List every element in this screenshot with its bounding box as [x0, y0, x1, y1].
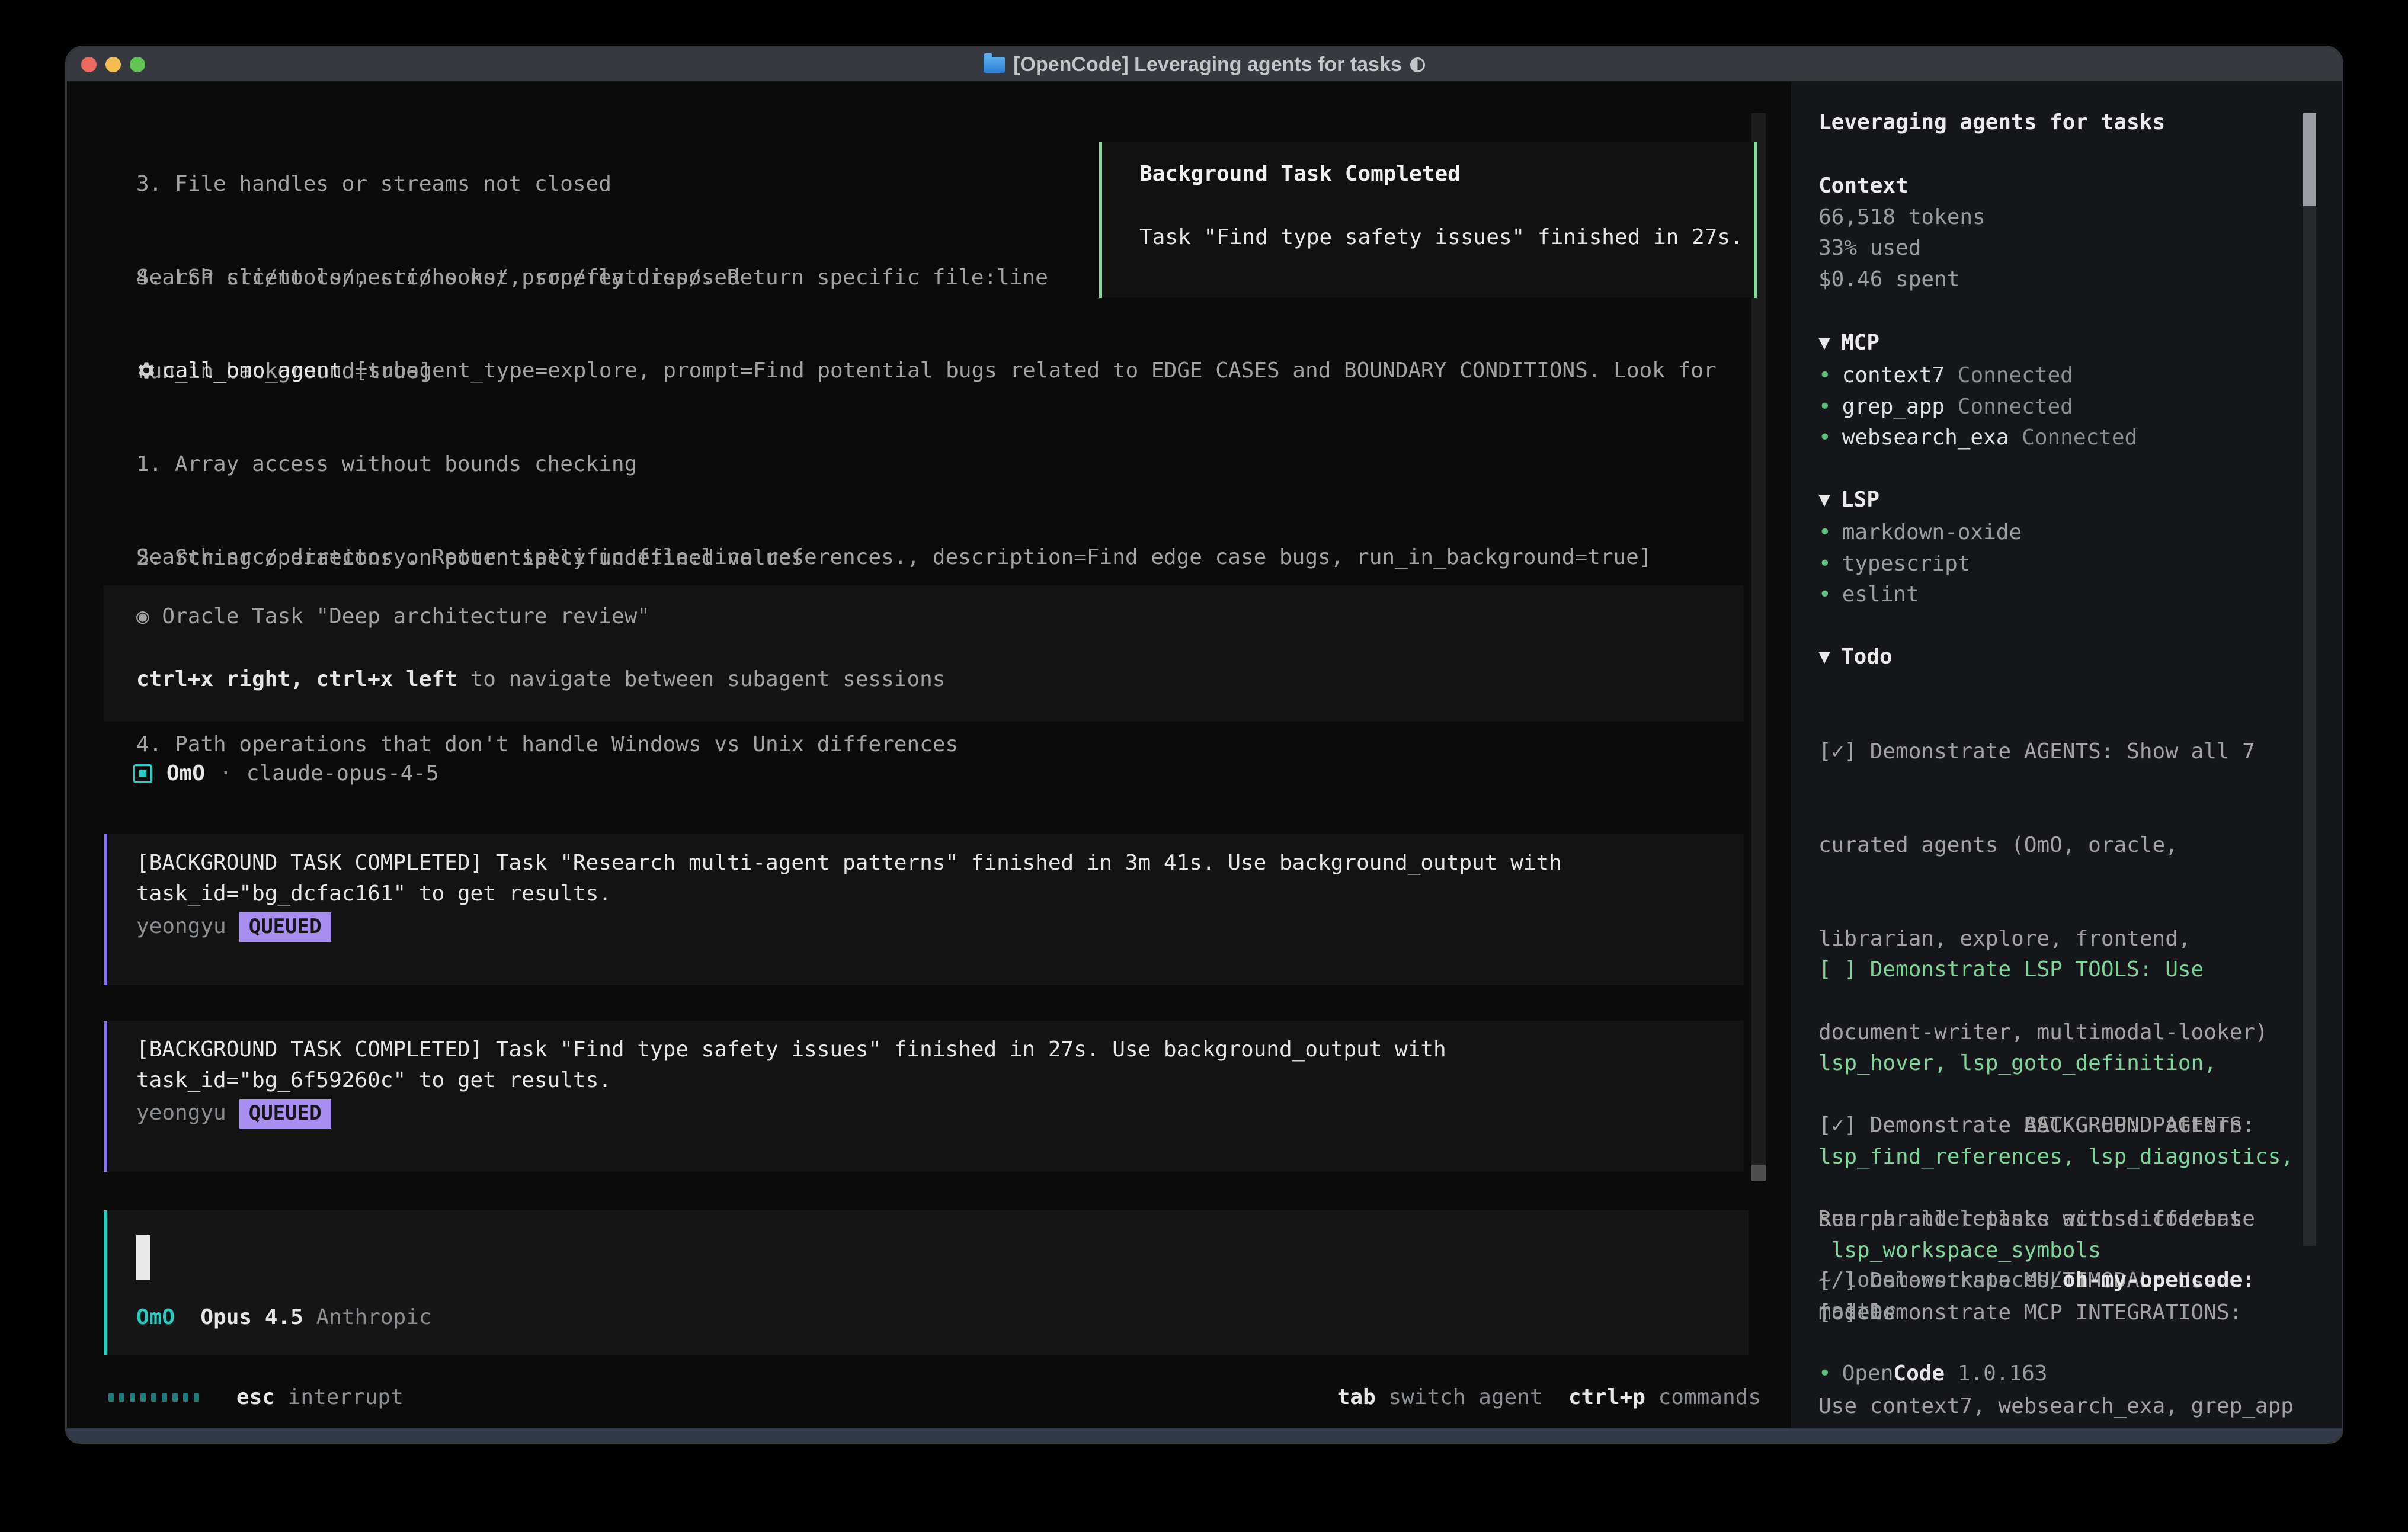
notification-title: Background Task Completed — [1139, 162, 1461, 186]
statusbar-left: esc interrupt — [236, 1382, 404, 1413]
window-title-text: [OpenCode] Leveraging agents for tasks — [1013, 53, 1402, 76]
gear-icon — [136, 358, 162, 383]
prompt-input[interactable]: OmO Opus 4.5 Anthropic — [104, 1210, 1749, 1355]
lsp-item: •markdown-oxide — [1818, 517, 2022, 549]
todo-line: Use context7, websearch_exa, grep_app — [1818, 1391, 2294, 1422]
opencode-window: [OpenCode] Leveraging agents for tasks 3… — [65, 46, 2343, 1444]
hint-rest: to navigate between subagent sessions — [457, 667, 946, 691]
fisheye-icon: ◉ — [136, 604, 149, 629]
session-title: Leveraging agents for tasks — [1818, 107, 2165, 139]
agent-header: OmO · claude-opus-4-5 — [133, 761, 439, 786]
task-message-footer: yeongyu QUEUED — [136, 1099, 331, 1129]
queued-badge: QUEUED — [239, 912, 331, 942]
chevron-down-icon: ▼ — [1818, 485, 1830, 516]
tool-arg-item: 4. Path operations that don't handle Win… — [136, 729, 1717, 761]
todo-line: [ ] Demonstrate AST-GREP: Pattern — [1818, 1110, 2294, 1142]
status-dot-icon: • — [1818, 363, 1831, 387]
ctrlp-key-hint: ctrl+p — [1568, 1385, 1645, 1409]
oracle-task-box: ◉ Oracle Task "Deep architecture review"… — [104, 585, 1744, 722]
input-footer: OmO Opus 4.5 Anthropic — [136, 1305, 432, 1329]
status-dot-icon: • — [1818, 395, 1831, 419]
sidebar-scrollbar-thumb[interactable] — [2303, 113, 2316, 206]
activity-dots — [108, 1393, 199, 1402]
tab-key-hint: tab — [1337, 1385, 1376, 1409]
task-message-line: [BACKGROUND TASK COMPLETED] Task "Find t… — [136, 1037, 1446, 1062]
lsp-section-header[interactable]: ▼LSP — [1818, 485, 1879, 516]
input-provider-name: Anthropic — [316, 1305, 431, 1329]
mcp-item: •websearch_exa Connected — [1818, 422, 2137, 454]
workspace-path: ~/local-workspaces/oh-my-opencode: — [1818, 1265, 2255, 1296]
status-dot-icon: • — [1818, 425, 1831, 450]
task-message-line: task_id="bg_dcfac161" to get results. — [136, 882, 611, 906]
lsp-item: •typescript — [1818, 549, 1970, 580]
esc-key-hint: esc — [236, 1385, 275, 1409]
context-tokens: 66,518 tokens — [1818, 202, 1986, 233]
task-author: yeongyu — [136, 914, 226, 938]
status-dot-icon: • — [1818, 1361, 1831, 1386]
task-message-line: task_id="bg_6f59260c" to get results. — [136, 1068, 611, 1092]
tool-arg-item: 1. Array access without bounds checking — [136, 449, 1717, 480]
repo-name: oh-my-opencode: — [2063, 1268, 2255, 1292]
chevron-down-icon: ▼ — [1818, 642, 1830, 673]
agent-icon — [133, 764, 152, 783]
input-model-name[interactable]: Opus 4.5 — [200, 1305, 303, 1329]
window-bottom-edge — [67, 1428, 2342, 1442]
sidebar-scrollbar[interactable] — [2303, 113, 2316, 1246]
mcp-item: •grep_app Connected — [1818, 392, 2073, 423]
tool-call-line: call_omo_agent [subagent_type=explore, p… — [136, 355, 1717, 387]
half-circle-icon — [1410, 57, 1425, 72]
mcp-item: •context7 Connected — [1818, 360, 2073, 392]
oracle-task-hint: ctrl+x right, ctrl+x left to navigate be… — [136, 667, 945, 691]
statusbar-right: tab switch agent ctrl+p commands — [1337, 1382, 1761, 1413]
context-heading: Context — [1818, 171, 1909, 202]
task-message-footer: yeongyu QUEUED — [136, 912, 331, 942]
transcript-scrollbar-thumb[interactable] — [1751, 1165, 1766, 1181]
tab-key-label: switch agent — [1376, 1385, 1543, 1409]
todo-section-header[interactable]: ▼Todo — [1818, 642, 1893, 673]
background-task-notification: Background Task Completed Task "Find typ… — [1099, 142, 1757, 298]
agent-model: claude-opus-4-5 — [246, 761, 439, 786]
window-title: [OpenCode] Leveraging agents for tasks — [67, 47, 2342, 82]
chevron-down-icon: ▼ — [1818, 328, 1830, 359]
output-line: 3. File handles or streams not closed — [136, 169, 740, 200]
lsp-item: •eslint — [1818, 579, 1919, 611]
context-spent: $0.46 spent — [1818, 264, 1959, 296]
todo-line: [✓] Demonstrate AGENTS: Show all 7 — [1818, 736, 2268, 768]
mcp-status: Connected — [1958, 395, 2073, 419]
task-message-box: [BACKGROUND TASK COMPLETED] Task "Resear… — [104, 834, 1744, 985]
titlebar: [OpenCode] Leveraging agents for tasks — [67, 47, 2342, 82]
session-sidebar: Leveraging agents for tasks Context 66,5… — [1791, 82, 2342, 1428]
queued-badge: QUEUED — [239, 1099, 331, 1129]
status-dot-icon: • — [1818, 520, 1831, 544]
text-cursor — [136, 1235, 150, 1280]
esc-key-label: interrupt — [275, 1385, 404, 1409]
tool-name: call_omo_agent — [162, 358, 342, 383]
output-line: Search src/tools/, src/hooks/, src/featu… — [136, 262, 1048, 294]
input-agent-name: OmO — [136, 1305, 175, 1329]
mcp-section-header[interactable]: ▼MCP — [1818, 328, 1879, 359]
todo-line: curated agents (OmO, oracle, — [1818, 830, 2268, 861]
folder-icon — [984, 57, 1005, 73]
notification-body: Task "Find type safety issues" finished … — [1139, 225, 1743, 249]
context-used: 33% used — [1818, 233, 1921, 264]
task-message-box: [BACKGROUND TASK COMPLETED] Task "Find t… — [104, 1021, 1744, 1172]
git-branch: master — [1818, 1296, 1895, 1328]
status-dot-icon: • — [1818, 552, 1831, 576]
hint-keys: ctrl+x right, ctrl+x left — [136, 667, 457, 691]
task-message-line: [BACKGROUND TASK COMPLETED] Task "Resear… — [136, 851, 1562, 875]
agent-name: OmO — [166, 761, 205, 786]
task-author: yeongyu — [136, 1101, 226, 1125]
app-version: •OpenCode 1.0.163 — [1818, 1358, 2047, 1390]
agent-separator: · — [219, 761, 232, 786]
todo-line: [ ] Demonstrate LSP TOOLS: Use — [1818, 954, 2294, 986]
output-line: Search src/ directory. Return specific f… — [136, 542, 1652, 573]
oracle-task-title: ◉ Oracle Task "Deep architecture review" — [136, 604, 650, 629]
mcp-status: Connected — [1958, 363, 2073, 387]
mcp-status: Connected — [2022, 425, 2137, 450]
status-dot-icon: • — [1818, 582, 1831, 607]
tool-args: [subagent_type=explore, prompt=Find pote… — [342, 358, 1716, 383]
ctrlp-key-label: commands — [1645, 1385, 1761, 1409]
